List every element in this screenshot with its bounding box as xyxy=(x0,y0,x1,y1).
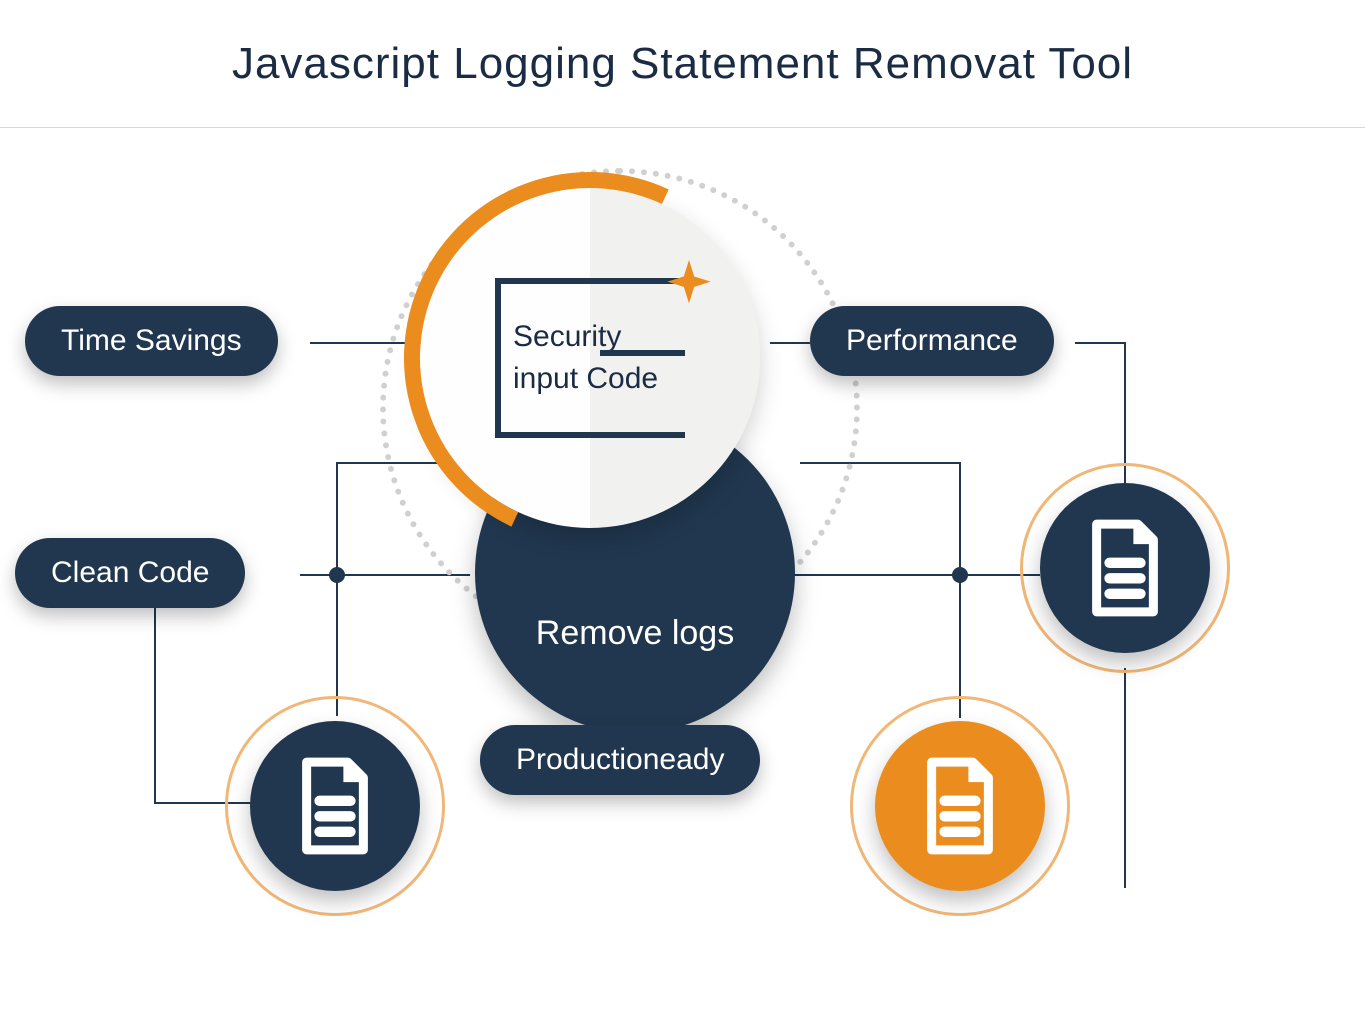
document-disk-bottom-right xyxy=(875,721,1045,891)
document-icon xyxy=(921,757,999,855)
pill-time-savings-label: Time Savings xyxy=(61,324,242,357)
document-icon xyxy=(296,757,374,855)
sparkle-icon xyxy=(663,260,715,312)
document-disk-right xyxy=(1040,483,1210,653)
remove-logs-label: Remove logs xyxy=(536,614,734,653)
security-input-circle: Security input Code xyxy=(420,188,760,528)
page-header: Javascript Logging Statement Removat Too… xyxy=(0,0,1365,128)
document-icon xyxy=(1086,519,1164,617)
code-box-line2: input Code xyxy=(513,362,685,396)
pill-production-ready-label: Productioneady xyxy=(516,743,724,776)
code-box-icon: Security input Code xyxy=(495,278,685,438)
code-box-line1: Security xyxy=(513,320,685,354)
document-disk-left xyxy=(250,721,420,891)
page-title: Javascript Logging Statement Removat Too… xyxy=(232,39,1133,89)
pill-time-savings: Time Savings xyxy=(25,306,278,376)
pill-production-ready: Productioneady xyxy=(480,725,760,795)
diagram-stage: Remove logs Security input Code Time Sav… xyxy=(0,128,1365,1024)
pill-performance: Performance xyxy=(810,306,1054,376)
pill-clean-code: Clean Code xyxy=(15,538,245,608)
pill-clean-code-label: Clean Code xyxy=(51,556,209,589)
pill-performance-label: Performance xyxy=(846,324,1018,357)
